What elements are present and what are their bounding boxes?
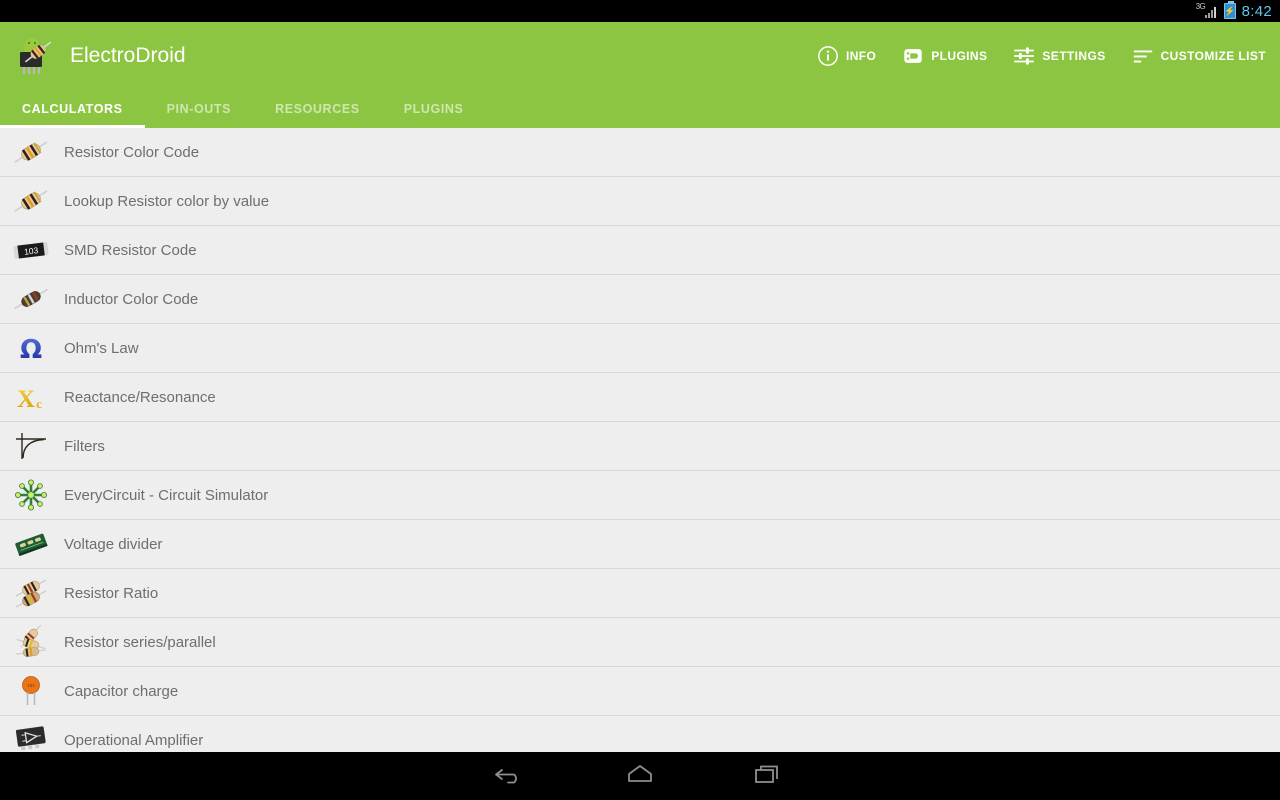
list-item-label: Voltage divider bbox=[64, 535, 163, 553]
list-item[interactable]: Inductor Color Code bbox=[0, 275, 1280, 324]
action-bar-actions: INFO PLUGINS SETTINGS CUSTOMIZE LIST bbox=[817, 45, 1266, 67]
action-info[interactable]: INFO bbox=[817, 45, 876, 67]
list-item[interactable]: EveryCircuit - Circuit Simulator bbox=[0, 471, 1280, 520]
action-plugins[interactable]: PLUGINS bbox=[902, 45, 987, 67]
system-navigation-bar bbox=[0, 752, 1280, 800]
svg-text:Ω: Ω bbox=[20, 335, 42, 365]
list-item[interactable]: X c Reactance/Resonance bbox=[0, 373, 1280, 422]
nav-recents-button[interactable] bbox=[704, 752, 832, 800]
status-time: 8:42 bbox=[1241, 2, 1272, 20]
tab-resources-label: RESOURCES bbox=[275, 102, 360, 116]
tab-calculators-label: CALCULATORS bbox=[22, 102, 123, 116]
home-icon bbox=[622, 760, 658, 793]
tab-pin-outs[interactable]: PIN-OUTS bbox=[145, 90, 254, 128]
list-item[interactable]: Filters bbox=[0, 422, 1280, 471]
list-item[interactable]: Voltage divider bbox=[0, 520, 1280, 569]
list-item-label: Resistor Ratio bbox=[64, 584, 159, 602]
action-settings-label: SETTINGS bbox=[1042, 49, 1106, 63]
nav-back-button[interactable] bbox=[448, 752, 576, 800]
electrodroid-logo-icon bbox=[12, 32, 60, 80]
nav-home-button[interactable] bbox=[576, 752, 704, 800]
signal-3g-icon: 3G bbox=[1196, 2, 1218, 19]
action-plugins-label: PLUGINS bbox=[931, 49, 988, 63]
smd-resistor-icon: 103 bbox=[10, 233, 52, 267]
svg-text:104: 104 bbox=[27, 683, 35, 688]
inductor-icon bbox=[10, 282, 52, 316]
list-item-label: Lookup Resistor color by value bbox=[64, 192, 270, 210]
two-resistors-icon bbox=[10, 576, 52, 610]
list-item-label: Resistor series/parallel bbox=[64, 633, 216, 651]
list-item-label: Capacitor charge bbox=[64, 682, 179, 700]
back-arrow-icon bbox=[494, 760, 530, 793]
list-item[interactable]: Resistor Color Code bbox=[0, 128, 1280, 177]
action-bar: ElectroDroid INFO PLUGINS SETTINGS CUSTO… bbox=[0, 22, 1280, 90]
tab-pin-outs-label: PIN-OUTS bbox=[166, 102, 232, 116]
list-item[interactable]: Ω Ohm's Law bbox=[0, 324, 1280, 373]
list-item-label: Inductor Color Code bbox=[64, 290, 199, 308]
filter-curve-icon bbox=[10, 429, 52, 463]
list-item-label: EveryCircuit - Circuit Simulator bbox=[64, 486, 269, 504]
resistor-network-icon bbox=[10, 624, 52, 659]
tab-resources[interactable]: RESOURCES bbox=[253, 90, 382, 128]
action-settings[interactable]: SETTINGS bbox=[1013, 45, 1105, 67]
list-item-label: Resistor Color Code bbox=[64, 143, 200, 161]
list-item-label: Reactance/Resonance bbox=[64, 388, 216, 406]
list-item[interactable]: 103 SMD Resistor Code bbox=[0, 226, 1280, 275]
list-item-label: SMD Resistor Code bbox=[64, 241, 197, 259]
sliders-icon bbox=[1013, 45, 1035, 67]
list-item[interactable]: Resistor series/parallel bbox=[0, 618, 1280, 667]
action-customize-list[interactable]: CUSTOMIZE LIST bbox=[1132, 45, 1266, 67]
action-info-label: INFO bbox=[845, 49, 877, 63]
plugin-icon bbox=[902, 45, 924, 67]
list-item[interactable]: Resistor Ratio bbox=[0, 569, 1280, 618]
svg-text:X: X bbox=[17, 386, 35, 413]
everycircuit-icon bbox=[10, 478, 52, 512]
reactance-xc-icon: X c bbox=[10, 380, 52, 414]
recents-icon bbox=[750, 760, 786, 793]
action-customize-list-label: CUSTOMIZE LIST bbox=[1160, 49, 1266, 63]
svg-text:c: c bbox=[36, 396, 42, 411]
status-bar: 3G ⚡ 8:42 bbox=[0, 0, 1280, 22]
tab-plugins[interactable]: PLUGINS bbox=[382, 90, 486, 128]
list-item-label: Ohm's Law bbox=[64, 339, 139, 357]
tab-calculators[interactable]: CALCULATORS bbox=[0, 90, 145, 128]
list-item-label: Filters bbox=[64, 437, 105, 455]
tab-bar: CALCULATORS PIN-OUTS RESOURCES PLUGINS bbox=[0, 90, 1280, 128]
resistor-icon bbox=[10, 184, 52, 218]
tab-plugins-label: PLUGINS bbox=[403, 102, 464, 116]
info-icon bbox=[817, 45, 839, 67]
ohm-symbol-icon: Ω bbox=[10, 331, 52, 365]
ceramic-capacitor-icon: 104 bbox=[10, 674, 52, 708]
calculators-list[interactable]: Resistor Color Code Lookup Resistor colo… bbox=[0, 128, 1280, 800]
battery-charging-icon: ⚡ bbox=[1223, 1, 1236, 19]
app-brand: ElectroDroid bbox=[12, 32, 186, 80]
app-title: ElectroDroid bbox=[70, 44, 186, 67]
list-item-label: Operational Amplifier bbox=[64, 731, 204, 749]
pcb-board-icon bbox=[10, 527, 52, 561]
smd-code-text: 103 bbox=[23, 245, 39, 257]
resistor-icon bbox=[10, 135, 52, 169]
list-item[interactable]: 104 Capacitor charge bbox=[0, 667, 1280, 716]
list-item[interactable]: Lookup Resistor color by value bbox=[0, 177, 1280, 226]
list-lines-icon bbox=[1132, 45, 1154, 67]
